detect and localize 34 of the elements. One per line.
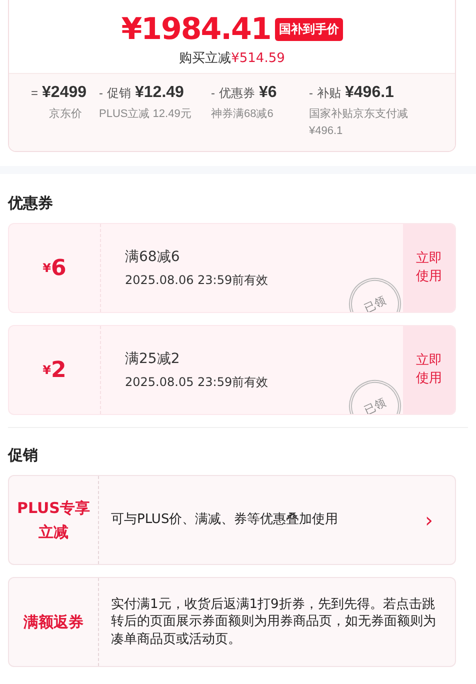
coupon-rule: 满68减6 [125, 248, 181, 266]
coupon-amount: ¥6 [9, 224, 101, 312]
breakdown-value: ¥6 [259, 84, 277, 102]
coupon-validity: 2025.08.05 23:59前有效 [125, 374, 270, 390]
breakdown-label: 补贴 [317, 85, 341, 102]
breakdown-note: 京东价 [48, 106, 83, 122]
breakdown-value: ¥12.49 [135, 84, 184, 102]
final-price: ¥1984.41 [121, 12, 271, 47]
breakdown-note: 神券满68减6 [211, 107, 274, 122]
operator: - [99, 86, 103, 100]
operator: - [309, 86, 313, 100]
breakdown-note: PLUS立减 12.49元 [99, 106, 192, 122]
coupon-amount: ¥2 [9, 326, 101, 414]
chevron-icon: › [425, 476, 455, 564]
coupon-validity: 2025.08.06 23:59前有效 [125, 272, 270, 288]
operator: - [211, 86, 215, 100]
section-title: 促销 [8, 427, 468, 465]
promotion-text: 可与PLUS价、满减、券等优惠叠加使用 [110, 511, 340, 530]
breakdown-label: 优惠券 [219, 85, 255, 102]
breakdown-label: 促销 [107, 85, 131, 102]
breakdown-value: ¥496.1 [345, 84, 394, 102]
coupon-rule: 满25减2 [125, 350, 181, 368]
promotion-card[interactable]: PLUS专享立减 可与PLUS价、满减、券等优惠叠加使用 › [8, 475, 456, 565]
promotion-tag: PLUS专享立减 [9, 476, 99, 564]
price-badge: 国补到手价 [274, 18, 343, 41]
section-title: 优惠券 [8, 194, 54, 213]
use-now-button[interactable]: 立即使用 [403, 326, 455, 414]
breakdown-value: ¥2499 [42, 84, 87, 102]
use-now-button[interactable]: 立即使用 [403, 224, 455, 312]
promotion-text: 实付满1元，收货后返满1打9折券，先到先得。若点击跳转后的页面展示券面额则为用券商品页，如无券面额则为凑单商品页或活动页。 [110, 596, 437, 649]
saving-text: 购买立减¥514.59 [179, 50, 285, 67]
breakdown-note: 国家补贴京东支付减¥496.1 [309, 106, 409, 138]
promotion-tag: 满额返券 [9, 578, 99, 666]
operator: = [31, 86, 38, 100]
